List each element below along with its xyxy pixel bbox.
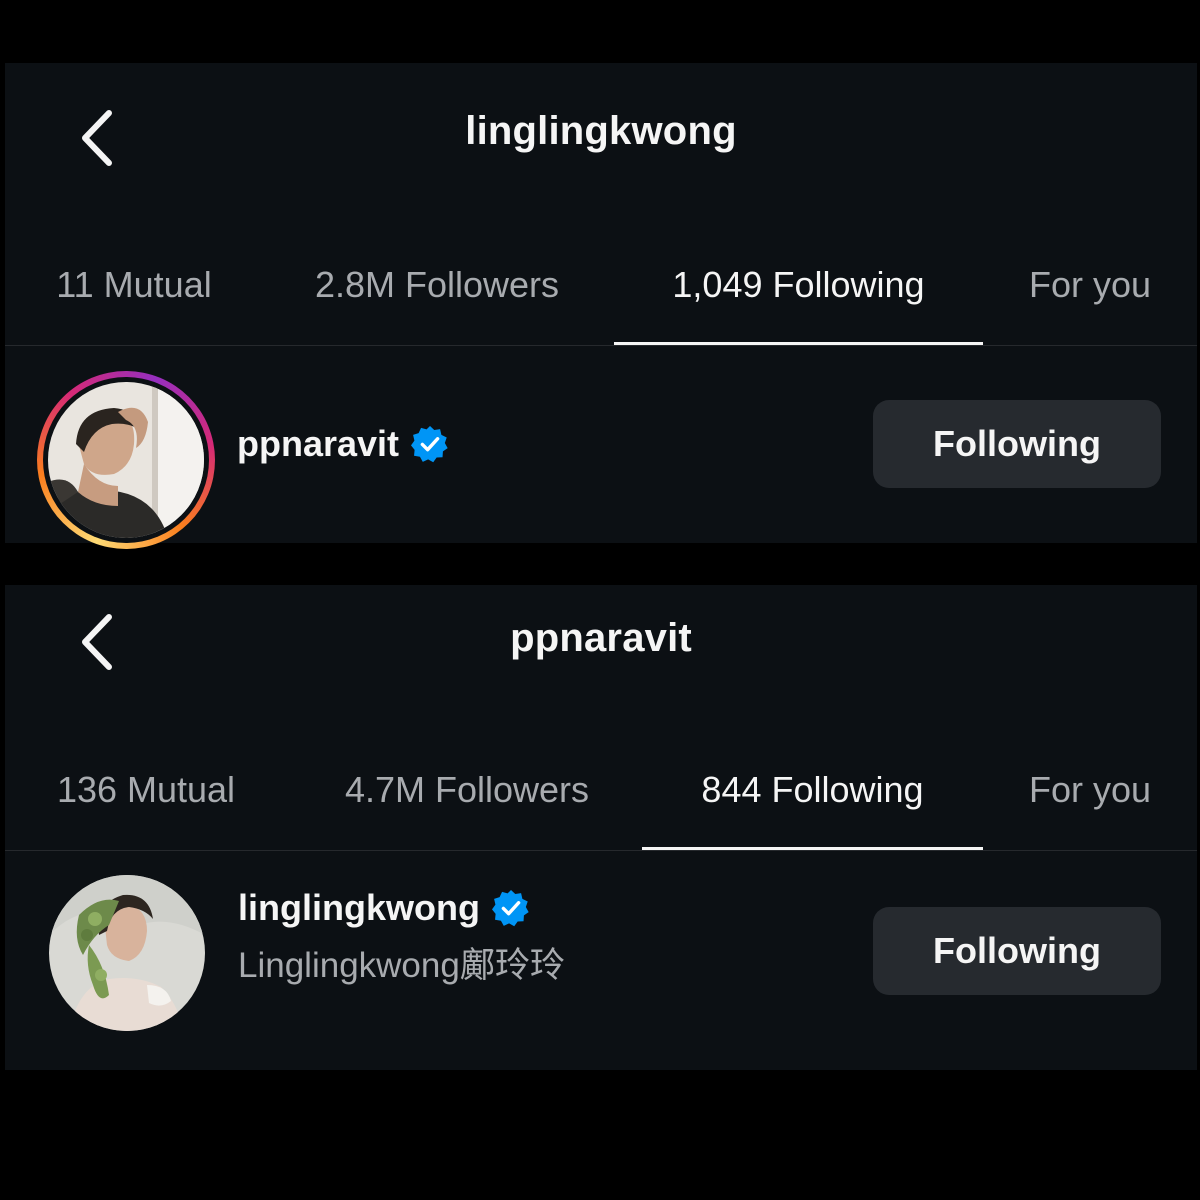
avatar[interactable] bbox=[49, 875, 205, 1031]
username[interactable]: linglingkwong bbox=[238, 887, 480, 929]
verified-badge-icon bbox=[491, 889, 529, 927]
tab-label: 136 Mutual bbox=[56, 769, 236, 810]
list-item[interactable]: ppnaravit Following bbox=[5, 363, 1197, 549]
following-screen-ppnaravit: ppnaravit 136 Mutual 4.7M Followers 844 … bbox=[5, 585, 1197, 1070]
page-title: linglingkwong bbox=[465, 109, 737, 153]
tab-label: 11 Mutual bbox=[56, 264, 212, 305]
tab-following[interactable]: 1,049 Following bbox=[614, 238, 983, 346]
following-button[interactable]: Following bbox=[873, 907, 1161, 995]
header: linglingkwong bbox=[5, 63, 1197, 213]
tab-label: For you bbox=[1028, 769, 1152, 810]
divider bbox=[5, 850, 1197, 851]
tab-mutual[interactable]: 11 Mutual bbox=[38, 238, 230, 346]
following-button[interactable]: Following bbox=[873, 400, 1161, 488]
tab-mutual[interactable]: 136 Mutual bbox=[38, 743, 254, 851]
profile-photo bbox=[48, 382, 204, 538]
following-screen-linglingkwong: linglingkwong 11 Mutual 2.8M Followers 1… bbox=[5, 63, 1197, 549]
username-line: linglingkwong bbox=[238, 887, 530, 929]
header: ppnaravit bbox=[5, 585, 1197, 735]
tab-bar: 11 Mutual 2.8M Followers 1,049 Following… bbox=[5, 238, 1197, 346]
full-name: Linglingkwong鄺玲玲 bbox=[238, 946, 565, 985]
list-item[interactable]: linglingkwong Linglingkwong鄺玲玲 Following bbox=[5, 865, 1197, 1045]
tab-label: 4.7M Followers bbox=[344, 769, 590, 810]
page-title: ppnaravit bbox=[510, 616, 692, 660]
tab-label: 844 Following bbox=[701, 769, 924, 810]
username[interactable]: ppnaravit bbox=[237, 423, 399, 465]
avatar bbox=[48, 382, 204, 538]
tab-followers[interactable]: 4.7M Followers bbox=[317, 743, 617, 851]
verified-badge-icon bbox=[411, 425, 448, 463]
tab-label: For you bbox=[1028, 264, 1152, 305]
story-ring[interactable] bbox=[37, 371, 215, 549]
tab-for-you[interactable]: For you bbox=[1010, 238, 1170, 346]
tab-label: 2.8M Followers bbox=[314, 264, 560, 305]
tab-following[interactable]: 844 Following bbox=[642, 743, 983, 851]
tab-label: 1,049 Following bbox=[672, 264, 925, 305]
tab-followers[interactable]: 2.8M Followers bbox=[287, 238, 587, 346]
profile-photo bbox=[49, 875, 205, 1031]
divider bbox=[5, 345, 1197, 346]
username-line: ppnaravit bbox=[237, 423, 449, 465]
tab-bar: 136 Mutual 4.7M Followers 844 Following … bbox=[5, 743, 1197, 851]
tab-for-you[interactable]: For you bbox=[1010, 743, 1170, 851]
